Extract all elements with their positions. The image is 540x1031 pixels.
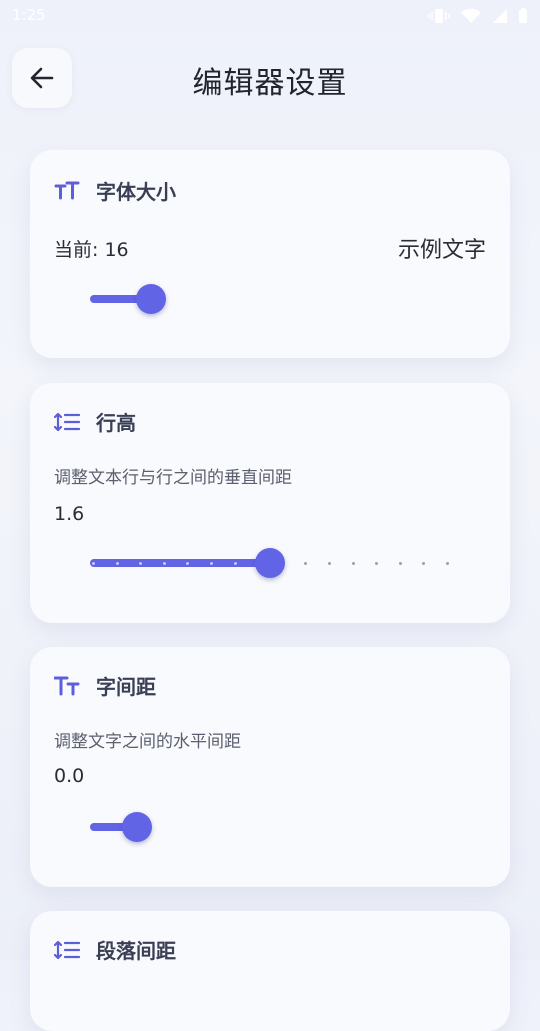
font-size-slider[interactable] xyxy=(90,284,460,314)
slider-step-dot xyxy=(139,561,143,565)
slider-step-dot xyxy=(375,561,379,565)
font-size-current: 当前: 16 xyxy=(54,239,129,261)
font-size-header: 字体大小 xyxy=(54,176,176,205)
line-height-value: 1.6 xyxy=(54,503,85,525)
line-height-icon xyxy=(54,409,80,435)
slider-step-dot xyxy=(422,561,426,565)
letter-spacing-value: 0.0 xyxy=(54,765,85,787)
slider-step-dot xyxy=(233,561,237,565)
status-icons xyxy=(428,8,528,24)
slider-step-dot xyxy=(351,561,355,565)
letter-spacing-icon xyxy=(54,673,80,699)
font-size-card: 字体大小 当前: 16 示例文字 xyxy=(30,150,510,358)
paragraph-spacing-icon xyxy=(54,937,80,963)
letter-spacing-card: 字间距 调整文字之间的水平间距 0.0 xyxy=(30,647,510,887)
letter-spacing-header: 字间距 xyxy=(54,671,156,700)
slider-thumb[interactable] xyxy=(254,548,285,578)
line-height-header: 行高 xyxy=(54,407,136,436)
letter-spacing-description: 调整文字之间的水平间距 xyxy=(54,732,241,752)
paragraph-spacing-card: 段落间距 xyxy=(30,911,510,1031)
slider-thumb[interactable] xyxy=(135,284,166,314)
letter-spacing-title: 字间距 xyxy=(96,675,156,699)
line-height-description: 调整文本行与行之间的垂直间距 xyxy=(54,468,292,488)
slider-thumb[interactable] xyxy=(122,812,152,842)
slider-step-dot xyxy=(398,561,402,565)
line-height-slider[interactable] xyxy=(90,548,460,578)
battery-icon xyxy=(519,8,527,23)
page-title: 编辑器设置 xyxy=(192,66,348,101)
slider-step-dot xyxy=(446,561,449,565)
font-size-sample: 示例文字 xyxy=(397,238,486,263)
line-height-card: 行高 调整文本行与行之间的垂直间距 1.6 xyxy=(30,383,510,623)
slider-step-dot xyxy=(92,561,95,565)
slider-step-dot xyxy=(328,561,331,565)
status-bar: 1:25 xyxy=(0,0,540,34)
slider-step-dot xyxy=(115,561,119,565)
slider-step-dot xyxy=(162,561,166,565)
vibrate-icon xyxy=(428,9,450,23)
slider-step-dot xyxy=(304,561,308,565)
wifi-icon xyxy=(461,8,481,23)
letter-spacing-slider[interactable] xyxy=(90,812,460,842)
line-height-title: 行高 xyxy=(96,411,136,435)
font-size-icon xyxy=(54,178,80,204)
status-time: 1:25 xyxy=(12,6,46,24)
font-size-title: 字体大小 xyxy=(96,180,176,204)
slider-step-dot xyxy=(210,561,213,565)
signal-icon xyxy=(493,9,507,23)
